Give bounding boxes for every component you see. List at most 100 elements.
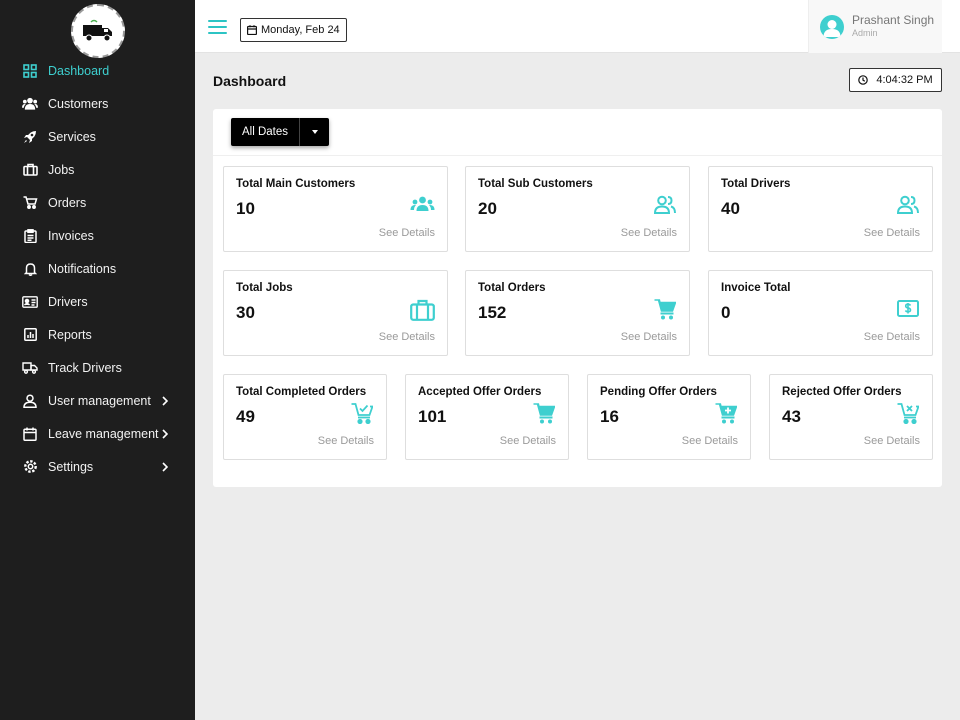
menu-toggle-icon[interactable] [208, 20, 227, 36]
users-group-icon [410, 195, 435, 217]
current-time: 4:04:32 PM [876, 74, 933, 86]
cart-check-icon [351, 403, 375, 425]
dashboard-grid-icon [22, 63, 38, 79]
see-details-link[interactable]: See Details [621, 331, 677, 343]
chevron-right-icon [162, 395, 170, 406]
card-title: Total Completed Orders [236, 386, 367, 398]
sidebar-item-label: Leave management [48, 426, 159, 441]
clipboard-icon [22, 228, 38, 244]
card-title: Accepted Offer Orders [418, 386, 542, 398]
sidebar-item-label: Services [48, 129, 96, 144]
bell-icon [22, 261, 38, 277]
stat-card-jobs: Total Jobs 30 See Details [223, 270, 448, 356]
briefcase-icon [22, 162, 38, 178]
id-card-icon [22, 294, 38, 310]
sidebar-item-user-management[interactable]: User management [0, 384, 195, 417]
stat-card-drivers: Total Drivers 40 See Details [708, 166, 933, 252]
card-value: 40 [721, 199, 740, 218]
see-details-link[interactable]: See Details [379, 331, 435, 343]
sidebar-nav: Dashboard Customers Services Jobs Orders [0, 54, 195, 483]
sidebar-item-settings[interactable]: Settings [0, 450, 195, 483]
briefcase-icon [410, 299, 435, 321]
card-title: Total Drivers [721, 178, 791, 190]
divider [213, 155, 942, 156]
sidebar-item-invoices[interactable]: Invoices [0, 219, 195, 252]
truck-logo-icon [75, 8, 121, 54]
card-title: Total Sub Customers [478, 178, 593, 190]
card-title: Total Main Customers [236, 178, 356, 190]
see-details-link[interactable]: See Details [864, 331, 920, 343]
sidebar-item-drivers[interactable]: Drivers [0, 285, 195, 318]
cart-icon [533, 403, 557, 425]
page-title: Dashboard [213, 73, 287, 89]
see-details-link[interactable]: See Details [318, 435, 374, 447]
card-title: Invoice Total [721, 282, 791, 294]
user-role: Admin [852, 28, 878, 38]
cart-icon [654, 299, 678, 321]
stat-card-completed-orders: Total Completed Orders 49 See Details [223, 374, 387, 460]
dashboard-panel: All Dates Total Main Customers 10 See De… [213, 109, 942, 487]
sidebar-item-dashboard[interactable]: Dashboard [0, 54, 195, 87]
sidebar-item-label: Settings [48, 459, 94, 474]
chart-icon [22, 327, 38, 343]
card-title: Total Orders [478, 282, 546, 294]
sidebar-item-notifications[interactable]: Notifications [0, 252, 195, 285]
cart-icon [22, 195, 38, 211]
user-friends-icon [896, 195, 921, 217]
sidebar-item-label: User management [48, 393, 151, 408]
user-friends-icon [653, 195, 678, 217]
sidebar-item-customers[interactable]: Customers [0, 87, 195, 120]
card-value: 43 [782, 407, 801, 426]
caret-down-icon[interactable] [299, 118, 329, 146]
see-details-link[interactable]: See Details [621, 227, 677, 239]
current-date: Monday, Feb 24 [261, 24, 340, 36]
date-filter-label[interactable]: All Dates [231, 118, 299, 146]
card-value: 10 [236, 199, 255, 218]
calendar-icon [247, 25, 258, 36]
stat-card-pending-offer-orders: Pending Offer Orders 16 See Details [587, 374, 751, 460]
gear-icon [22, 459, 38, 475]
sidebar-item-orders[interactable]: Orders [0, 186, 195, 219]
stat-card-orders: Total Orders 152 See Details [465, 270, 690, 356]
user-icon [22, 393, 38, 409]
stat-card-sub-customers: Total Sub Customers 20 See Details [465, 166, 690, 252]
card-value: 20 [478, 199, 497, 218]
sidebar-item-label: Orders [48, 195, 87, 210]
company-logo[interactable] [71, 4, 125, 58]
rocket-icon [22, 129, 38, 145]
avatar [820, 14, 844, 39]
card-title: Total Jobs [236, 282, 293, 294]
sidebar-item-services[interactable]: Services [0, 120, 195, 153]
see-details-link[interactable]: See Details [379, 227, 435, 239]
card-value: 152 [478, 303, 507, 322]
sidebar-item-label: Invoices [48, 228, 94, 243]
card-value: 49 [236, 407, 255, 426]
sidebar-item-label: Track Drivers [48, 360, 122, 375]
clock-icon [858, 75, 869, 85]
cart-x-icon [897, 403, 921, 425]
see-details-link[interactable]: See Details [682, 435, 738, 447]
sidebar-item-label: Customers [48, 96, 109, 111]
sidebar-item-jobs[interactable]: Jobs [0, 153, 195, 186]
top-header: Monday, Feb 24 Prashant Singh Admin [195, 0, 960, 53]
cart-plus-icon [715, 403, 739, 425]
user-profile-menu[interactable]: Prashant Singh Admin [808, 0, 942, 53]
card-value: 30 [236, 303, 255, 322]
card-title: Pending Offer Orders [600, 386, 717, 398]
see-details-link[interactable]: See Details [864, 227, 920, 239]
sidebar-item-track-drivers[interactable]: Track Drivers [0, 351, 195, 384]
current-time-chip: 4:04:32 PM [849, 68, 942, 92]
sidebar-item-label: Dashboard [48, 63, 110, 78]
calendar-icon [22, 426, 38, 442]
sidebar-item-reports[interactable]: Reports [0, 318, 195, 351]
see-details-link[interactable]: See Details [864, 435, 920, 447]
chevron-right-icon [162, 428, 170, 439]
stat-card-invoice-total: Invoice Total 0 See Details [708, 270, 933, 356]
date-filter-dropdown[interactable]: All Dates [231, 118, 330, 146]
truck-icon [22, 360, 38, 376]
sidebar-item-label: Reports [48, 327, 92, 342]
sidebar-item-leave-management[interactable]: Leave management [0, 417, 195, 450]
current-date-chip: Monday, Feb 24 [240, 18, 347, 42]
sidebar-item-label: Jobs [48, 162, 75, 177]
see-details-link[interactable]: See Details [500, 435, 556, 447]
